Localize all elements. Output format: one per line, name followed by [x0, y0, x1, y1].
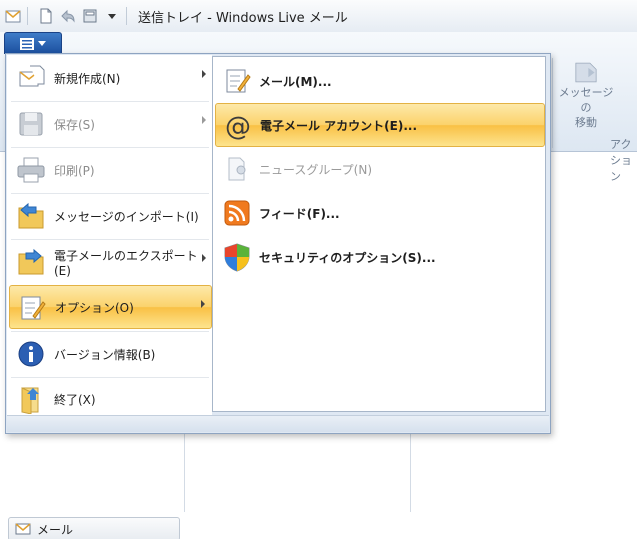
submenu-item-security-options[interactable]: セキュリティのオプション(S)... [215, 235, 545, 279]
send-receive-icon[interactable] [81, 7, 99, 25]
ribbon-group-label: アクション [610, 138, 632, 183]
menu-item-new[interactable]: 新規作成(N) [9, 56, 212, 100]
printer-icon [15, 154, 47, 186]
menu-item-label: 保存(S) [54, 117, 95, 132]
pane-divider [184, 432, 185, 512]
menu-item-label: メッセージのインポート(I) [54, 209, 199, 224]
title-bar: 送信トレイ - Windows Live メール [0, 0, 637, 32]
menu-item-label: 印刷(P) [54, 163, 95, 178]
window-title: 送信トレイ - Windows Live メール [138, 10, 348, 26]
reply-icon[interactable] [59, 7, 77, 25]
menu-item-print[interactable]: 印刷(P) [9, 148, 212, 192]
toolbar-separator [126, 7, 127, 25]
info-icon [15, 338, 47, 370]
menu-item-import-messages[interactable]: メッセージのインポート(I) [9, 194, 212, 238]
submenu-arrow-icon [201, 300, 205, 308]
exit-icon [15, 383, 47, 415]
menu-item-save[interactable]: 保存(S) [9, 102, 212, 146]
options-submenu: メール(M)... @ 電子メール アカウント(E)... ニュースグループ(N… [212, 56, 546, 412]
export-folder-icon [15, 246, 47, 278]
customize-toolbar-icon[interactable] [103, 7, 121, 25]
options-checklist-icon [16, 292, 48, 324]
submenu-item-feeds[interactable]: フィード(F)... [215, 191, 545, 235]
import-folder-icon [15, 200, 47, 232]
menu-list-icon [20, 37, 34, 50]
mail-checklist-icon [221, 65, 253, 97]
toolbar-separator [27, 7, 28, 25]
submenu-item-label: フィード(F)... [259, 206, 340, 221]
app-window-icon[interactable] [4, 7, 22, 25]
submenu-arrow-icon [202, 70, 206, 78]
security-shield-icon [221, 241, 253, 273]
menu-item-export-email[interactable]: 電子メールのエクスポート(E) [9, 240, 212, 284]
nav-mail-label: メール [37, 522, 74, 537]
menu-item-label: バージョン情報(B) [54, 347, 156, 362]
menu-item-options[interactable]: オプション(O) [9, 285, 212, 329]
move-message-label-1: メッセージの [558, 86, 614, 114]
floppy-disk-icon [15, 108, 47, 140]
move-message-label-2: 移動 [575, 116, 597, 129]
menu-item-label: オプション(O) [55, 300, 134, 315]
move-message-icon [575, 62, 597, 83]
ribbon-separator [552, 58, 553, 148]
submenu-arrow-icon [202, 116, 206, 124]
at-sign-icon: @ [222, 110, 254, 142]
submenu-item-newsgroups[interactable]: ニュースグループ(N) [215, 147, 545, 191]
move-message-button[interactable]: メッセージの 移動 [556, 60, 616, 130]
submenu-item-label: 電子メール アカウント(E)... [260, 118, 418, 133]
chevron-down-icon [38, 40, 46, 46]
new-item-icon[interactable] [37, 7, 55, 25]
submenu-item-email-accounts[interactable]: @ 電子メール アカウント(E)... [215, 103, 545, 147]
mail-icon [15, 523, 31, 535]
pane-divider [410, 432, 411, 512]
rss-feed-icon [221, 197, 253, 229]
submenu-item-mail[interactable]: メール(M)... [215, 59, 545, 103]
menu-item-label: 終了(X) [54, 392, 96, 407]
new-document-icon [15, 62, 47, 94]
menu-item-label: 電子メールのエクスポート(E) [54, 248, 198, 278]
submenu-item-label: セキュリティのオプション(S)... [259, 250, 436, 265]
submenu-item-label: ニュースグループ(N) [259, 162, 373, 177]
submenu-item-label: メール(M)... [259, 74, 332, 89]
app-menu-button[interactable] [4, 32, 62, 54]
nav-mail-button[interactable]: メール [8, 517, 180, 539]
svg-text:@: @ [225, 112, 251, 141]
menu-item-label: 新規作成(N) [54, 71, 121, 86]
newsgroup-icon [221, 153, 253, 185]
application-menu: 新規作成(N) 保存(S) 印刷(P) メッセージのインポート(I) 電子メール… [5, 53, 551, 434]
menu-commands: 新規作成(N) 保存(S) 印刷(P) メッセージのインポート(I) 電子メール… [7, 55, 212, 422]
menu-item-about[interactable]: バージョン情報(B) [9, 332, 212, 376]
submenu-arrow-icon [202, 254, 206, 262]
menu-footer [7, 415, 549, 432]
